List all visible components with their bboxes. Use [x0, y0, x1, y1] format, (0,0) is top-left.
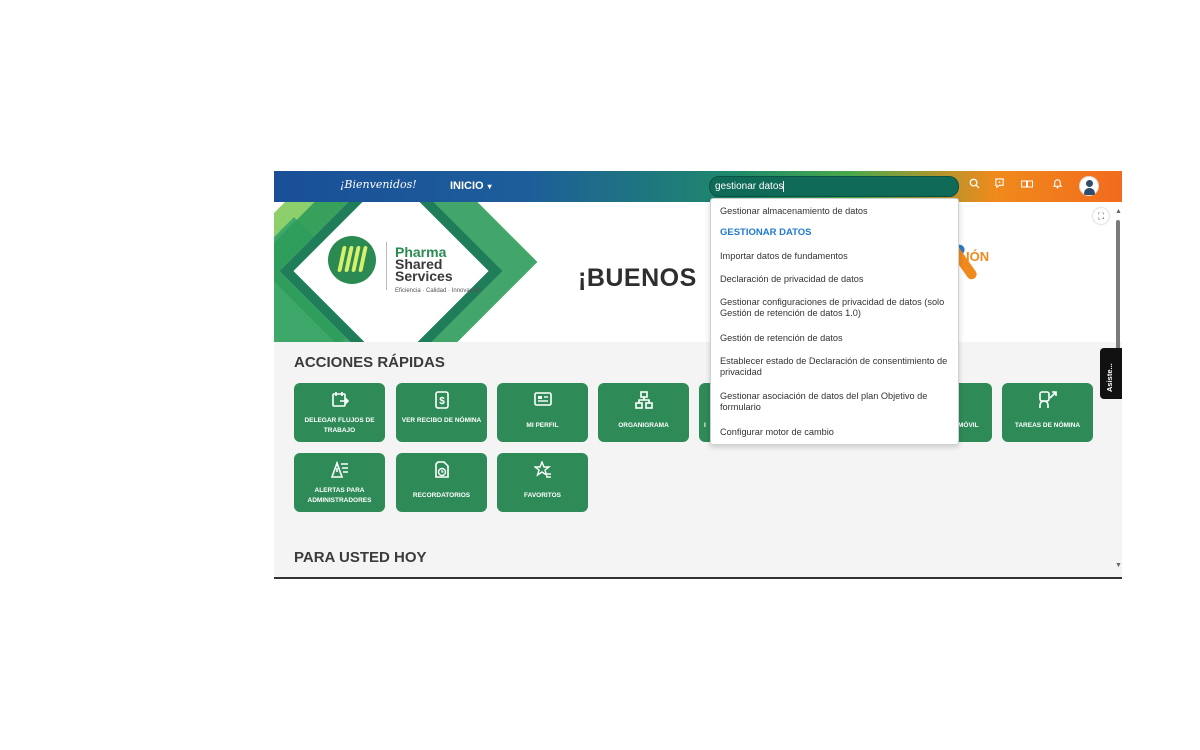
tile-label: MÓVIL [958, 422, 979, 429]
org-chart-icon [598, 391, 689, 413]
home-menu-button[interactable]: INICIO ▾ [450, 180, 492, 192]
banner-right-graphic: IÓN [935, 236, 1066, 296]
payslip-icon: $ [396, 391, 487, 413]
scroll-up-arrow-icon[interactable]: ▲ [1115, 208, 1122, 215]
star-list-icon [497, 460, 588, 483]
search-input-value: gestionar datos [715, 181, 784, 192]
top-bar: ¡Bienvenidos! INICIO ▾ gestionar datos [274, 171, 1122, 202]
chevron-down-icon: ▾ [487, 182, 492, 191]
apps-icon[interactable] [1019, 178, 1035, 194]
search-icon[interactable] [966, 178, 982, 194]
suggestion-item[interactable]: Gestión de retención de datos [720, 333, 952, 344]
alert-list-icon [294, 460, 385, 483]
tile-my-profile[interactable]: MI PERFIL [497, 383, 588, 442]
tile-label: FAVORITOS [524, 492, 561, 499]
greeting-title: ¡BUENOS [578, 264, 697, 292]
tile-favorites[interactable]: FAVORITOS [497, 453, 588, 512]
tile-label: DELEGAR FLUJOS DE TRABAJO [304, 417, 375, 434]
logo-line-3: Services [395, 268, 453, 284]
app-window: ¡Bienvenidos! INICIO ▾ gestionar datos P… [274, 171, 1122, 579]
tile-label: ALERTAS PARA ADMINISTRADORES [307, 487, 372, 504]
suggestion-item[interactable]: Gestionar almacenamiento de datos [720, 206, 952, 217]
tile-label-partial: I [704, 422, 706, 429]
quick-actions-title: ACCIONES RÁPIDAS [294, 354, 445, 371]
search-input[interactable]: gestionar datos [709, 176, 959, 197]
logo-tagline: Eficiencia · Calidad · Innovación [395, 288, 481, 294]
tile-label: TAREAS DE NÓMINA [1014, 422, 1081, 429]
pharma-logo-text: Pharma Shared Services Eficiencia · Cali… [395, 245, 481, 297]
tile-delegate-workflows[interactable]: DELEGAR FLUJOS DE TRABAJO [294, 383, 385, 442]
tile-admin-alerts[interactable]: ALERTAS PARA ADMINISTRADORES [294, 453, 385, 512]
banner-right-word: IÓN [966, 249, 990, 264]
tile-view-payslip[interactable]: $ VER RECIBO DE NÓMINA [396, 383, 487, 442]
suggestion-item[interactable]: Importar datos de fundamentos [720, 251, 952, 262]
tile-reminders[interactable]: RECORDATORIOS [396, 453, 487, 512]
hero-banner: Pharma Shared Services Eficiencia · Cali… [274, 202, 1122, 342]
pharma-logo-mark [328, 236, 376, 284]
text-caret [783, 180, 785, 192]
scroll-down-arrow-icon[interactable]: ▼ [1115, 562, 1122, 569]
tile-payroll-tasks[interactable]: TAREAS DE NÓMINA [1002, 383, 1093, 442]
search-suggestions-dropdown: Gestionar almacenamiento de datos GESTIO… [710, 198, 959, 445]
id-card-icon [497, 391, 588, 411]
suggestion-item-active[interactable]: GESTIONAR DATOS [720, 227, 952, 238]
tile-label: RECORDATORIOS [412, 492, 471, 499]
svg-text:$: $ [439, 396, 445, 407]
focus-mode-icon[interactable]: ⛶ [1093, 208, 1109, 224]
welcome-logo: ¡Bienvenidos! [340, 178, 417, 191]
bell-icon[interactable] [1049, 178, 1065, 194]
for-you-title: PARA USTED HOY [294, 549, 427, 566]
tile-label: ORGANIGRAMA [618, 422, 669, 429]
logo-divider [386, 242, 387, 290]
tile-label: VER RECIBO DE NÓMINA [401, 417, 482, 424]
reminder-icon [396, 461, 487, 483]
suggestion-item[interactable]: Gestionar configuraciones de privacidad … [720, 297, 952, 319]
help-icon[interactable] [991, 178, 1007, 194]
assistant-tab-label: Asiste... [1105, 363, 1114, 392]
suggestion-item[interactable]: Gestionar asociación de datos del plan O… [720, 391, 952, 413]
tile-label: MI PERFIL [526, 422, 559, 429]
assistant-side-tab[interactable]: Asiste... [1100, 348, 1122, 399]
home-menu-label: INICIO [450, 180, 484, 192]
tile-org-chart[interactable]: ORGANIGRAMA [598, 383, 689, 442]
payroll-tasks-icon [1002, 391, 1093, 413]
suggestion-item[interactable]: Configurar motor de cambio [720, 427, 952, 438]
suggestion-item[interactable]: Establecer estado de Declaración de cons… [720, 356, 952, 378]
suggestion-item[interactable]: Declaración de privacidad de datos [720, 274, 952, 285]
avatar[interactable] [1079, 176, 1099, 196]
calendar-forward-icon [294, 391, 385, 413]
